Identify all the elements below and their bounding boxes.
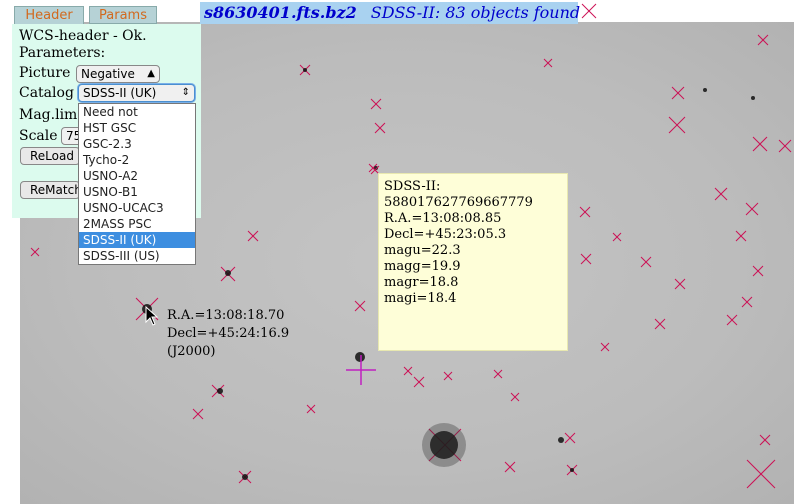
reload-button[interactable]: ReLoad xyxy=(20,147,80,165)
star xyxy=(570,468,574,472)
cursor-coordinates: R.A.=13:08:18.70 Decl=+45:24:16.9 (J2000… xyxy=(167,307,289,361)
star xyxy=(355,352,365,362)
galaxy-halo xyxy=(422,423,466,467)
popup-object-id: 588017627769667779 xyxy=(384,195,533,210)
rematch-button[interactable]: ReMatch xyxy=(20,181,80,199)
catalog-option[interactable]: HST GSC xyxy=(79,120,195,136)
maglim-label: Mag.lim xyxy=(19,107,78,123)
catalog-option[interactable]: SDSS-II (UK) xyxy=(79,232,195,248)
catalog-marker xyxy=(581,3,597,19)
catalog-option[interactable]: GSC-2.3 xyxy=(79,136,195,152)
catalog-dropdown-list[interactable]: Need not HST GSC GSC-2.3 Tycho-2 USNO-A2 USNO… xyxy=(78,103,196,265)
cursor-epoch: (J2000) xyxy=(167,344,216,359)
mouse-pointer-icon xyxy=(145,306,159,326)
catalog-label: Catalog xyxy=(19,85,74,101)
popup-ra: R.A.=13:08:08.85 xyxy=(384,211,502,226)
title-bar: s8630401.fts.bz2 SDSS-II: 83 objects foun… xyxy=(200,2,581,24)
scale-label: Scale xyxy=(19,128,58,144)
objects-found-status: SDSS-II: 83 objects found xyxy=(370,3,581,22)
catalog-option[interactable]: USNO-A2 xyxy=(79,168,195,184)
star xyxy=(558,437,564,443)
file-name: s8630401.fts.bz2 xyxy=(204,3,357,22)
star xyxy=(751,96,755,100)
catalog-select-value: SDSS-II (UK) xyxy=(83,86,157,100)
picture-select[interactable]: Negative ▲ xyxy=(76,65,160,83)
catalog-option[interactable]: USNO-B1 xyxy=(79,184,195,200)
popup-magi: magi=18.4 xyxy=(384,291,457,306)
tab-params[interactable]: Params xyxy=(89,6,157,26)
picture-label: Picture xyxy=(19,65,71,81)
select-arrows-icon: ▲ xyxy=(147,68,155,79)
select-arrows-icon: ⇕ xyxy=(181,87,190,98)
popup-magg: magg=19.9 xyxy=(384,259,461,274)
star xyxy=(242,474,248,480)
star xyxy=(225,270,231,276)
catalog-option[interactable]: SDSS-III (US) xyxy=(79,248,195,264)
catalog-option[interactable]: USNO-UCAC3 xyxy=(79,200,195,216)
catalog-select[interactable]: SDSS-II (UK) ⇕ xyxy=(78,84,195,102)
cursor-ra: R.A.=13:08:18.70 xyxy=(167,308,285,323)
popup-magr: magr=18.8 xyxy=(384,275,459,290)
catalog-option[interactable]: Tycho-2 xyxy=(79,152,195,168)
star xyxy=(303,68,307,72)
popup-decl: Decl=+45:23:05.3 xyxy=(384,227,507,242)
picture-select-value: Negative xyxy=(81,67,135,81)
wcs-status: WCS-header - Ok. xyxy=(19,28,147,44)
star xyxy=(217,388,223,394)
popup-catalog: SDSS-II: xyxy=(384,179,441,194)
catalog-option[interactable]: Need not xyxy=(79,104,195,120)
catalog-option[interactable]: 2MASS PSC xyxy=(79,216,195,232)
object-info-popup: SDSS-II: 588017627769667779 R.A.=13:08:0… xyxy=(378,173,568,351)
parameters-heading: Parameters: xyxy=(19,45,106,61)
tab-header[interactable]: Header xyxy=(14,6,84,26)
star xyxy=(703,88,707,92)
popup-magu: magu=22.3 xyxy=(384,243,461,258)
cursor-decl: Decl=+45:24:16.9 xyxy=(167,326,290,341)
